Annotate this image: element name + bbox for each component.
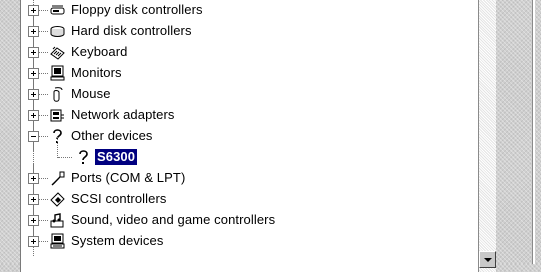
chevron-down-icon: [484, 258, 492, 262]
expand-plus-icon[interactable]: [28, 110, 39, 121]
tree-item-label: SCSI controllers: [71, 191, 167, 206]
expand-plus-icon[interactable]: [28, 89, 39, 100]
network-adapter-icon: [49, 107, 66, 124]
scroll-down-button[interactable]: [479, 251, 496, 268]
tree-item-system-devices[interactable]: System devices: [21, 227, 477, 256]
scsi-controller-icon: [49, 191, 66, 208]
tree-item-sound-video-game-controllers[interactable]: Sound, video and game controllers: [21, 206, 477, 235]
expand-plus-icon[interactable]: [28, 68, 39, 79]
device-tree: Floppy disk controllers Hard disk contro…: [21, 0, 477, 256]
tree-item-label: Network adapters: [71, 107, 175, 122]
expand-plus-icon[interactable]: [28, 5, 39, 16]
tree-item-s6300[interactable]: S6300: [21, 137, 477, 172]
port-icon: [49, 170, 66, 187]
system-devices-icon: [49, 233, 66, 250]
tree-item-label: Floppy disk controllers: [71, 2, 203, 17]
collapse-minus-icon[interactable]: [28, 131, 39, 142]
tree-item-label: Other devices: [71, 128, 153, 143]
mouse-icon: [49, 86, 66, 103]
tree-item-mouse[interactable]: Mouse: [21, 80, 477, 109]
tree-item-label: Keyboard: [71, 44, 128, 59]
tree-item-label: System devices: [71, 233, 164, 248]
tree-item-other-devices[interactable]: Other devices: [21, 122, 477, 151]
window-border: [532, 0, 535, 264]
tree-item-label: Sound, video and game controllers: [71, 212, 276, 227]
hard-disk-controller-icon: [49, 23, 66, 40]
tree-item-floppy-disk-controllers[interactable]: Floppy disk controllers: [21, 0, 477, 25]
expand-plus-icon[interactable]: [28, 194, 39, 205]
selected-device-label: S6300: [95, 149, 138, 165]
tree-item-label: Monitors: [71, 65, 122, 80]
tree-item-hard-disk-controllers[interactable]: Hard disk controllers: [21, 17, 477, 46]
sound-video-game-icon: [49, 212, 66, 229]
question-mark-icon: [75, 149, 92, 166]
expand-plus-icon[interactable]: [28, 47, 39, 58]
expand-plus-icon[interactable]: [28, 173, 39, 184]
expand-plus-icon[interactable]: [28, 26, 39, 37]
tree-connector-line: [58, 157, 72, 158]
device-tree-panel[interactable]: Floppy disk controllers Hard disk contro…: [20, 0, 478, 272]
expand-plus-icon[interactable]: [28, 236, 39, 247]
tree-item-label: Ports (COM & LPT): [71, 170, 186, 185]
vertical-scrollbar[interactable]: [478, 0, 496, 272]
tree-item-ports[interactable]: Ports (COM & LPT): [21, 164, 477, 193]
tree-item-label: Mouse: [71, 86, 111, 101]
tree-item-network-adapters[interactable]: Network adapters: [21, 101, 477, 130]
floppy-controller-icon: [49, 2, 66, 19]
tree-item-keyboard[interactable]: Keyboard: [21, 38, 477, 67]
tree-item-monitors[interactable]: Monitors: [21, 59, 477, 88]
tree-item-scsi-controllers[interactable]: SCSI controllers: [21, 185, 477, 214]
monitor-icon: [49, 65, 66, 82]
keyboard-icon: [49, 44, 66, 61]
tree-connector-line: [57, 137, 58, 158]
tree-item-label: Hard disk controllers: [71, 23, 192, 38]
expand-plus-icon[interactable]: [28, 215, 39, 226]
